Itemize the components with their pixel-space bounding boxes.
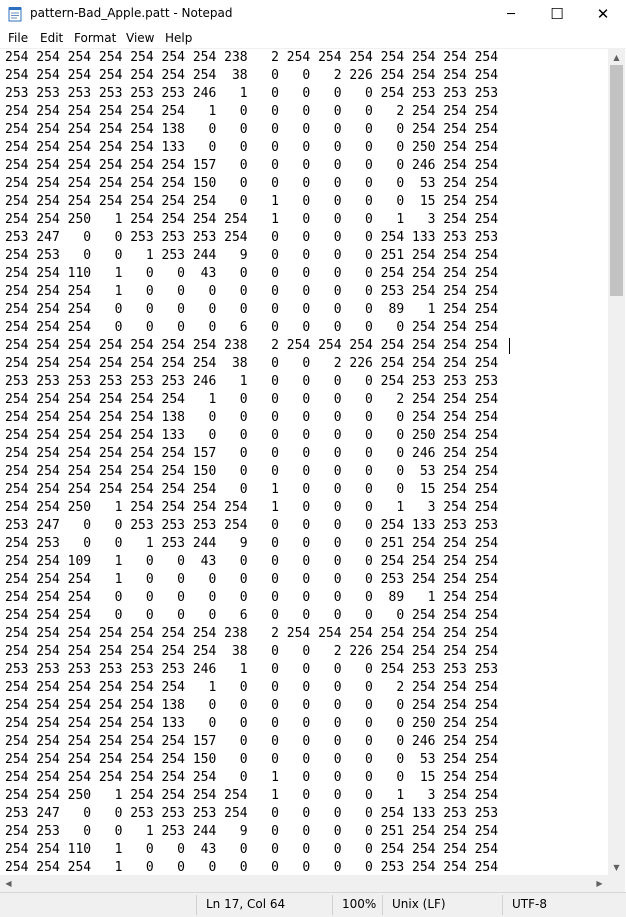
minimize-button[interactable]: ─ <box>488 0 534 28</box>
text-line[interactable]: 254 254 254 254 254 254 150 0 0 0 0 0 0 … <box>5 175 498 193</box>
text-line[interactable]: 253 253 253 253 253 253 246 1 0 0 0 0 25… <box>5 373 498 391</box>
zoom-level: 100% <box>342 897 377 911</box>
text-line[interactable]: 254 254 254 0 0 0 0 0 0 0 0 0 89 1 254 2… <box>5 589 498 607</box>
text-line[interactable]: 254 254 254 254 254 254 1 0 0 0 0 0 2 25… <box>5 103 498 121</box>
line-ending: Unix (LF) <box>392 897 446 911</box>
menu-help[interactable]: Help <box>165 31 192 45</box>
text-line[interactable]: 254 254 254 254 254 254 1 0 0 0 0 0 2 25… <box>5 391 498 409</box>
status-divider <box>332 895 333 915</box>
cursor-position: Ln 17, Col 64 <box>206 897 286 911</box>
text-line[interactable]: 254 254 254 254 254 254 1 0 0 0 0 0 2 25… <box>5 679 498 697</box>
text-editor-area[interactable]: 254 254 254 254 254 254 254 238 2 254 25… <box>0 49 608 875</box>
status-bar: Ln 17, Col 64 100% Unix (LF) UTF-8 <box>0 892 626 917</box>
text-line[interactable]: 254 254 250 1 254 254 254 254 1 0 0 0 1 … <box>5 499 498 517</box>
scrollbar-corner <box>608 875 625 892</box>
text-line[interactable]: 254 254 250 1 254 254 254 254 1 0 0 0 1 … <box>5 787 498 805</box>
minimize-icon: ─ <box>507 6 515 22</box>
status-divider <box>196 895 197 915</box>
maximize-button[interactable]: ☐ <box>534 0 580 28</box>
text-line[interactable]: 254 254 254 1 0 0 0 0 0 0 0 0 253 254 25… <box>5 859 498 875</box>
text-line[interactable]: 254 254 250 1 254 254 254 254 1 0 0 0 1 … <box>5 211 498 229</box>
text-line[interactable]: 254 254 254 254 254 138 0 0 0 0 0 0 0 25… <box>5 409 498 427</box>
text-line[interactable]: 254 253 0 0 1 253 244 9 0 0 0 0 251 254 … <box>5 247 498 265</box>
text-line[interactable]: 254 254 254 254 254 254 254 38 0 0 2 226… <box>5 355 498 373</box>
horizontal-scrollbar[interactable]: ◀ ▶ <box>0 875 608 892</box>
text-line[interactable]: 254 254 254 0 0 0 0 6 0 0 0 0 0 254 254 … <box>5 607 498 625</box>
text-line[interactable]: 254 254 254 254 254 133 0 0 0 0 0 0 0 25… <box>5 427 498 445</box>
text-line[interactable]: 254 254 254 254 254 254 254 0 1 0 0 0 0 … <box>5 193 498 211</box>
maximize-icon: ☐ <box>550 5 564 23</box>
vertical-scroll-thumb[interactable] <box>610 65 623 296</box>
menu-view[interactable]: View <box>126 31 154 45</box>
text-line[interactable]: 254 254 254 254 254 138 0 0 0 0 0 0 0 25… <box>5 697 498 715</box>
text-line[interactable]: 254 254 254 254 254 254 254 38 0 0 2 226… <box>5 67 498 85</box>
status-divider <box>382 895 383 915</box>
text-line[interactable]: 253 247 0 0 253 253 253 254 0 0 0 0 254 … <box>5 805 498 823</box>
text-line[interactable]: 253 247 0 0 253 253 253 254 0 0 0 0 254 … <box>5 229 498 247</box>
text-line[interactable]: 254 254 254 1 0 0 0 0 0 0 0 0 253 254 25… <box>5 571 498 589</box>
text-line[interactable]: 254 254 254 254 254 254 157 0 0 0 0 0 0 … <box>5 445 498 463</box>
status-divider <box>502 895 503 915</box>
text-caret <box>509 338 510 354</box>
text-line[interactable]: 253 253 253 253 253 253 246 1 0 0 0 0 25… <box>5 85 498 103</box>
encoding: UTF-8 <box>512 897 547 911</box>
text-line[interactable]: 254 254 254 0 0 0 0 6 0 0 0 0 0 254 254 … <box>5 319 498 337</box>
close-button[interactable]: ✕ <box>580 0 626 28</box>
close-icon: ✕ <box>596 5 610 23</box>
text-line[interactable]: 254 254 254 254 254 254 254 238 2 254 25… <box>5 337 498 355</box>
menu-bar: File Edit Format View Help <box>0 28 626 49</box>
text-line[interactable]: 254 254 254 254 254 254 157 0 0 0 0 0 0 … <box>5 733 498 751</box>
text-line[interactable]: 254 254 254 254 254 254 254 38 0 0 2 226… <box>5 643 498 661</box>
menu-format[interactable]: Format <box>74 31 116 45</box>
scroll-left-arrow-icon[interactable]: ◀ <box>0 875 17 891</box>
vertical-scrollbar[interactable]: ▲ ▼ <box>608 49 625 875</box>
title-bar[interactable]: pattern-Bad_Apple.patt - Notepad ─ ☐ ✕ <box>0 0 626 28</box>
text-line[interactable]: 254 254 254 254 254 254 150 0 0 0 0 0 0 … <box>5 463 498 481</box>
scroll-down-arrow-icon[interactable]: ▼ <box>608 859 625 875</box>
text-line[interactable]: 254 253 0 0 1 253 244 9 0 0 0 0 251 254 … <box>5 823 498 841</box>
notepad-app-icon <box>8 7 22 22</box>
text-line[interactable]: 254 254 254 254 254 254 254 238 2 254 25… <box>5 625 498 643</box>
text-line[interactable]: 253 253 253 253 253 253 246 1 0 0 0 0 25… <box>5 661 498 679</box>
text-line[interactable]: 254 254 109 1 0 0 43 0 0 0 0 0 254 254 2… <box>5 553 498 571</box>
notepad-window: pattern-Bad_Apple.patt - Notepad ─ ☐ ✕ F… <box>0 0 626 917</box>
scroll-up-arrow-icon[interactable]: ▲ <box>608 49 625 65</box>
text-line[interactable]: 254 254 110 1 0 0 43 0 0 0 0 0 254 254 2… <box>5 841 498 859</box>
text-line[interactable]: 254 254 254 254 254 138 0 0 0 0 0 0 0 25… <box>5 121 498 139</box>
scroll-right-arrow-icon[interactable]: ▶ <box>591 875 608 891</box>
text-line[interactable]: 254 254 254 254 254 254 254 0 1 0 0 0 0 … <box>5 481 498 499</box>
text-line[interactable]: 254 254 254 254 254 133 0 0 0 0 0 0 0 25… <box>5 715 498 733</box>
text-line[interactable]: 254 254 254 254 254 254 254 0 1 0 0 0 0 … <box>5 769 498 787</box>
window-title: pattern-Bad_Apple.patt - Notepad <box>30 6 233 20</box>
text-line[interactable]: 254 253 0 0 1 253 244 9 0 0 0 0 251 254 … <box>5 535 498 553</box>
text-line[interactable]: 254 254 254 254 254 254 157 0 0 0 0 0 0 … <box>5 157 498 175</box>
text-line[interactable]: 254 254 254 254 254 133 0 0 0 0 0 0 0 25… <box>5 139 498 157</box>
text-line[interactable]: 254 254 254 254 254 254 254 238 2 254 25… <box>5 49 498 67</box>
menu-edit[interactable]: Edit <box>40 31 63 45</box>
text-line[interactable]: 254 254 254 254 254 254 150 0 0 0 0 0 0 … <box>5 751 498 769</box>
text-line[interactable]: 254 254 110 1 0 0 43 0 0 0 0 0 254 254 2… <box>5 265 498 283</box>
text-line[interactable]: 254 254 254 0 0 0 0 0 0 0 0 0 89 1 254 2… <box>5 301 498 319</box>
text-line[interactable]: 254 254 254 1 0 0 0 0 0 0 0 0 253 254 25… <box>5 283 498 301</box>
menu-file[interactable]: File <box>8 31 28 45</box>
text-line[interactable]: 253 247 0 0 253 253 253 254 0 0 0 0 254 … <box>5 517 498 535</box>
